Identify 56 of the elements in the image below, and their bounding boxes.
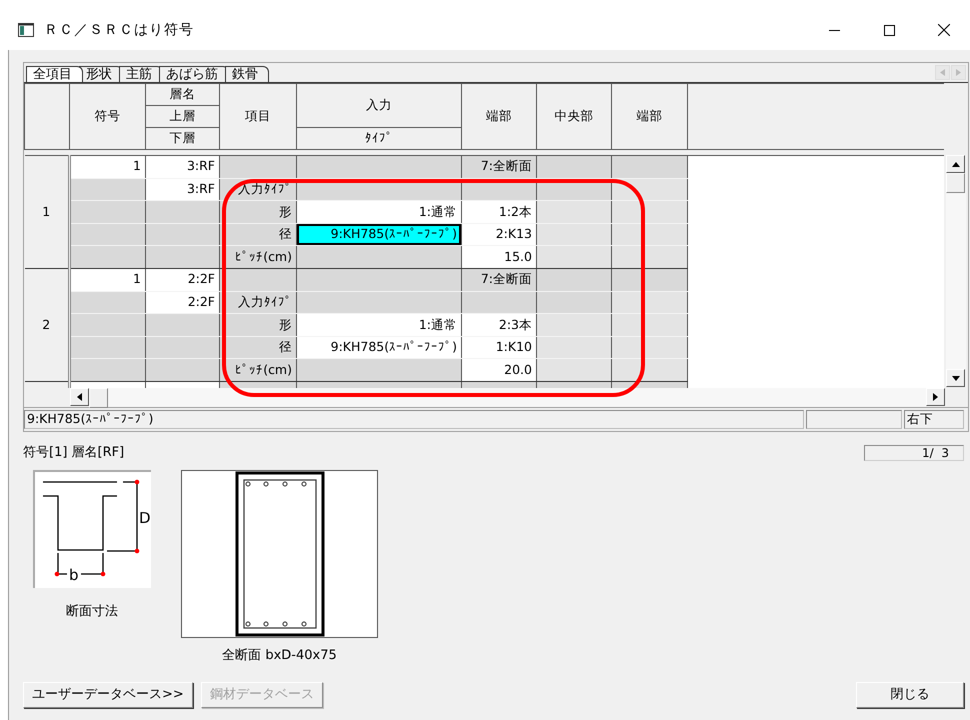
table-cell[interactable]: 2:3本 bbox=[462, 314, 536, 336]
row-header[interactable]: 2 bbox=[24, 268, 70, 382]
table-cell[interactable]: 1:2本 bbox=[462, 200, 536, 224]
table-cell[interactable]: 3:RF bbox=[146, 178, 220, 201]
table-cell[interactable]: 9:KH785(ｽｰﾊﾟｰﾌｰﾌﾟ) bbox=[296, 336, 462, 359]
column-header: 符号 bbox=[70, 84, 146, 150]
column-header: 端部 bbox=[612, 84, 688, 150]
caret-left-icon bbox=[77, 393, 82, 401]
table-cell[interactable]: 2:K13 bbox=[462, 223, 536, 246]
button[interactable]: ユーザーデータベース>> bbox=[23, 682, 193, 708]
scroll-up-button[interactable] bbox=[946, 155, 965, 173]
table-cell[interactable]: 1 bbox=[70, 156, 146, 178]
app-icon bbox=[18, 23, 34, 37]
table-cell[interactable]: 1 bbox=[70, 268, 146, 292]
dimension-label: D bbox=[139, 509, 151, 527]
caret-left-icon bbox=[940, 69, 945, 76]
column-header: 端部 bbox=[462, 84, 536, 150]
scroll-down-button[interactable] bbox=[946, 369, 965, 387]
column-header: 入力 bbox=[296, 84, 462, 128]
column-header: 下層 bbox=[146, 128, 220, 150]
maximize-icon bbox=[884, 24, 894, 36]
table-cell: 7:全断面 bbox=[462, 268, 536, 292]
caret-right-icon bbox=[956, 69, 961, 76]
close-icon bbox=[938, 24, 950, 36]
button[interactable]: 閉じる bbox=[856, 682, 964, 708]
window-title: ＲＣ／ＳＲＣはり符号 bbox=[44, 20, 194, 40]
dimension-label: b bbox=[69, 566, 79, 584]
table-cell[interactable]: 3:RF bbox=[146, 156, 220, 178]
scrollbar-thumb[interactable] bbox=[946, 173, 965, 193]
status-position: 右下 bbox=[904, 410, 964, 429]
table-cell[interactable]: 15.0 bbox=[462, 246, 536, 268]
selection-info: 符号[1] 層名[RF] bbox=[23, 444, 124, 462]
tab[interactable]: 全項目 bbox=[26, 66, 83, 82]
table-cell[interactable]: 9:KH785(ｽｰﾊﾟｰﾌｰﾌﾟ) bbox=[296, 223, 462, 246]
column-header: 層名 bbox=[146, 84, 220, 106]
page-counter: 1/ 3 bbox=[864, 445, 964, 461]
table-cell[interactable]: 1:K10 bbox=[462, 336, 536, 359]
figure-caption: 全断面 bxD-40x75 bbox=[222, 647, 337, 665]
table-cell[interactable]: 20.0 bbox=[462, 358, 536, 382]
caret-down-icon bbox=[952, 376, 960, 380]
status-message: 9:KH785(ｽｰﾊﾟｰﾌｰﾌﾟ) bbox=[24, 410, 804, 429]
caret-up-icon bbox=[952, 162, 960, 166]
table-cell: 7:全断面 bbox=[462, 156, 536, 178]
figure-caption: 断面寸法 bbox=[66, 603, 118, 621]
table-cell[interactable]: 2:2F bbox=[146, 268, 220, 292]
table-cell[interactable]: 1:通常 bbox=[296, 314, 462, 336]
scrollbar-thumb[interactable] bbox=[89, 388, 108, 408]
table-cell[interactable]: 2:2F bbox=[146, 291, 220, 314]
caret-right-icon bbox=[933, 393, 938, 401]
column-header: 項目 bbox=[220, 84, 296, 150]
column-header: ﾀｲﾌﾟ bbox=[296, 128, 462, 150]
table-cell[interactable]: 1:通常 bbox=[296, 200, 462, 224]
row-header[interactable]: 1 bbox=[24, 156, 70, 268]
tab[interactable]: 鉄骨 bbox=[225, 66, 269, 82]
column-header: 中央部 bbox=[536, 84, 612, 150]
column-header: 上層 bbox=[146, 106, 220, 128]
